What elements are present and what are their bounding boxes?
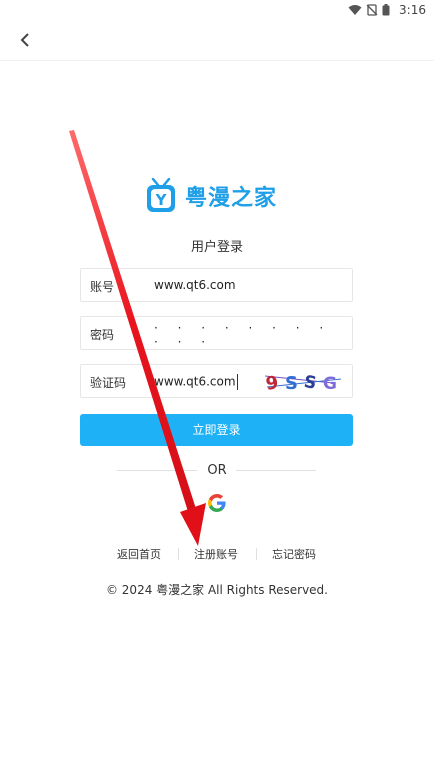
captcha-label: 验证码 (90, 376, 127, 390)
svg-text:S: S (302, 372, 318, 394)
header-divider (0, 60, 434, 61)
google-login-button[interactable] (208, 494, 226, 512)
forgot-password-link[interactable]: 忘记密码 (272, 546, 316, 562)
or-label: OR (207, 463, 227, 478)
copyright-text: © 2024 粤漫之家 All Rights Reserved. (105, 583, 328, 597)
back-button[interactable] (14, 28, 38, 52)
page-title: 用户登录 (190, 240, 243, 255)
svg-text:9: 9 (264, 372, 279, 395)
svg-text:S: S (285, 373, 298, 394)
captcha-input[interactable]: www.qt6.com (154, 374, 238, 390)
captcha-field[interactable]: 验证码 www.qt6.com 9 S S G (80, 364, 353, 398)
captcha-image[interactable]: 9 S S G (263, 367, 343, 395)
no-sim-icon (366, 4, 378, 16)
login-button[interactable]: 立即登录 (80, 414, 353, 446)
wifi-icon (348, 5, 362, 15)
password-label: 密码 (90, 328, 115, 342)
svg-text:Y: Y (155, 191, 168, 209)
link-separator (178, 548, 179, 560)
app-logo: Y 粤漫之家 (145, 178, 277, 214)
text-cursor (236, 374, 238, 390)
status-icons (348, 4, 390, 16)
back-home-link[interactable]: 返回首页 (117, 546, 161, 562)
battery-icon (382, 4, 390, 16)
account-label: 账号 (90, 280, 115, 294)
svg-text:G: G (323, 374, 337, 394)
logo-text: 粤漫之家 (185, 186, 278, 211)
link-separator (256, 548, 257, 560)
register-link[interactable]: 注册账号 (194, 546, 238, 562)
password-field[interactable]: 密码 · · · · · · · · · · · (80, 316, 353, 350)
tv-logo-icon: Y (147, 178, 175, 212)
account-input[interactable]: www.qt6.com (154, 278, 236, 292)
status-bar: 3:16 (0, 0, 434, 20)
status-time: 3:16 (399, 3, 426, 17)
account-field[interactable]: 账号 www.qt6.com (80, 268, 353, 302)
google-icon (208, 494, 226, 512)
captcha-input-text: www.qt6.com (154, 374, 236, 389)
password-input[interactable]: · · · · · · · · · · · (154, 321, 352, 349)
back-arrow-icon (20, 33, 29, 47)
